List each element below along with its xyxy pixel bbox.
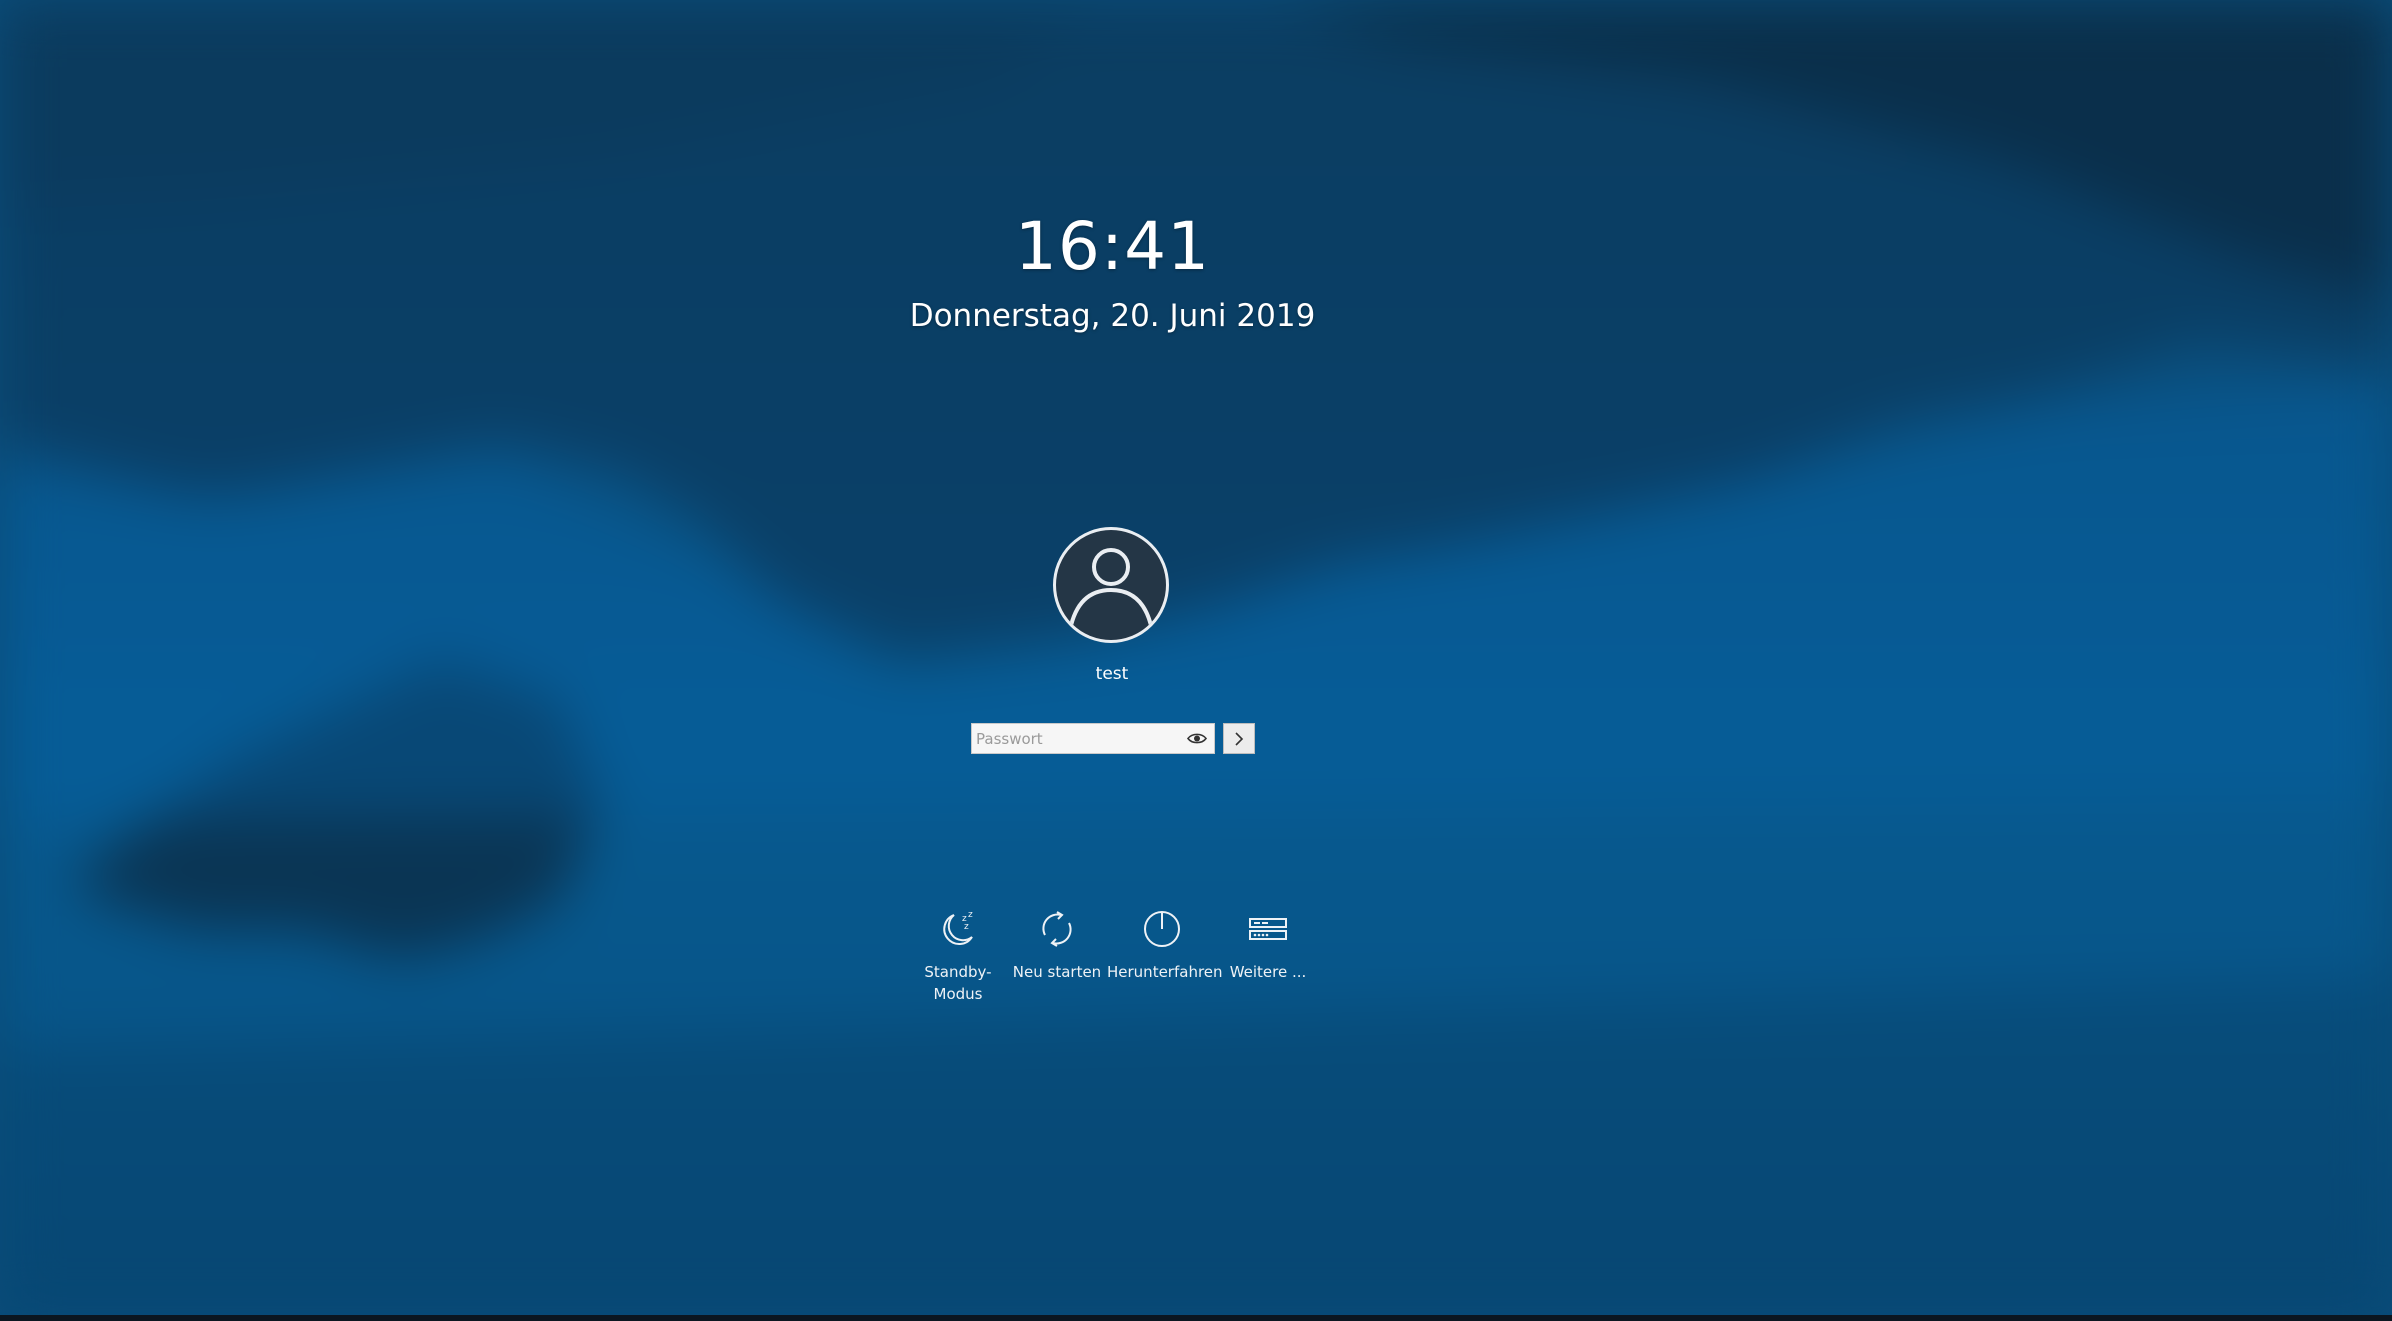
password-field[interactable]: [971, 723, 1215, 754]
user-avatar[interactable]: [1053, 527, 1169, 643]
sleep-icon: z z z: [943, 910, 973, 946]
svg-text:z: z: [968, 910, 973, 920]
clock-date: Donnerstag, 20. Juni 2019: [909, 298, 1316, 334]
wallpaper: [0, 0, 2392, 1321]
shutdown-button[interactable]: Herunterfahren: [1107, 907, 1223, 983]
svg-text:z: z: [964, 922, 969, 932]
user-icon: [1068, 548, 1154, 631]
restart-button[interactable]: Neu starten: [1002, 907, 1112, 983]
power-icon: [1144, 911, 1180, 947]
bottom-edge: [0, 1315, 2392, 1321]
more-sessions-label: Weitere ...: [1229, 963, 1307, 981]
password-input[interactable]: [976, 724, 1176, 753]
sleep-button[interactable]: z z z Standby-Modus: [903, 907, 1013, 1005]
restart-icon: [1042, 911, 1072, 947]
eye-icon[interactable]: [1186, 730, 1208, 747]
more-sessions-icon: [1249, 918, 1287, 940]
chevron-right-icon: [1235, 732, 1244, 746]
user-name: test: [1095, 664, 1129, 684]
login-button[interactable]: [1223, 723, 1255, 754]
shutdown-label: Herunterfahren: [1107, 963, 1223, 981]
clock-time: 16:41: [1014, 208, 1211, 285]
restart-label: Neu starten: [1012, 963, 1102, 981]
lock-screen: 16:41 Donnerstag, 20. Juni 2019 test z z…: [0, 0, 2392, 1321]
more-sessions-button[interactable]: Weitere ...: [1213, 907, 1323, 983]
sleep-label: Standby-Modus: [924, 963, 992, 1003]
